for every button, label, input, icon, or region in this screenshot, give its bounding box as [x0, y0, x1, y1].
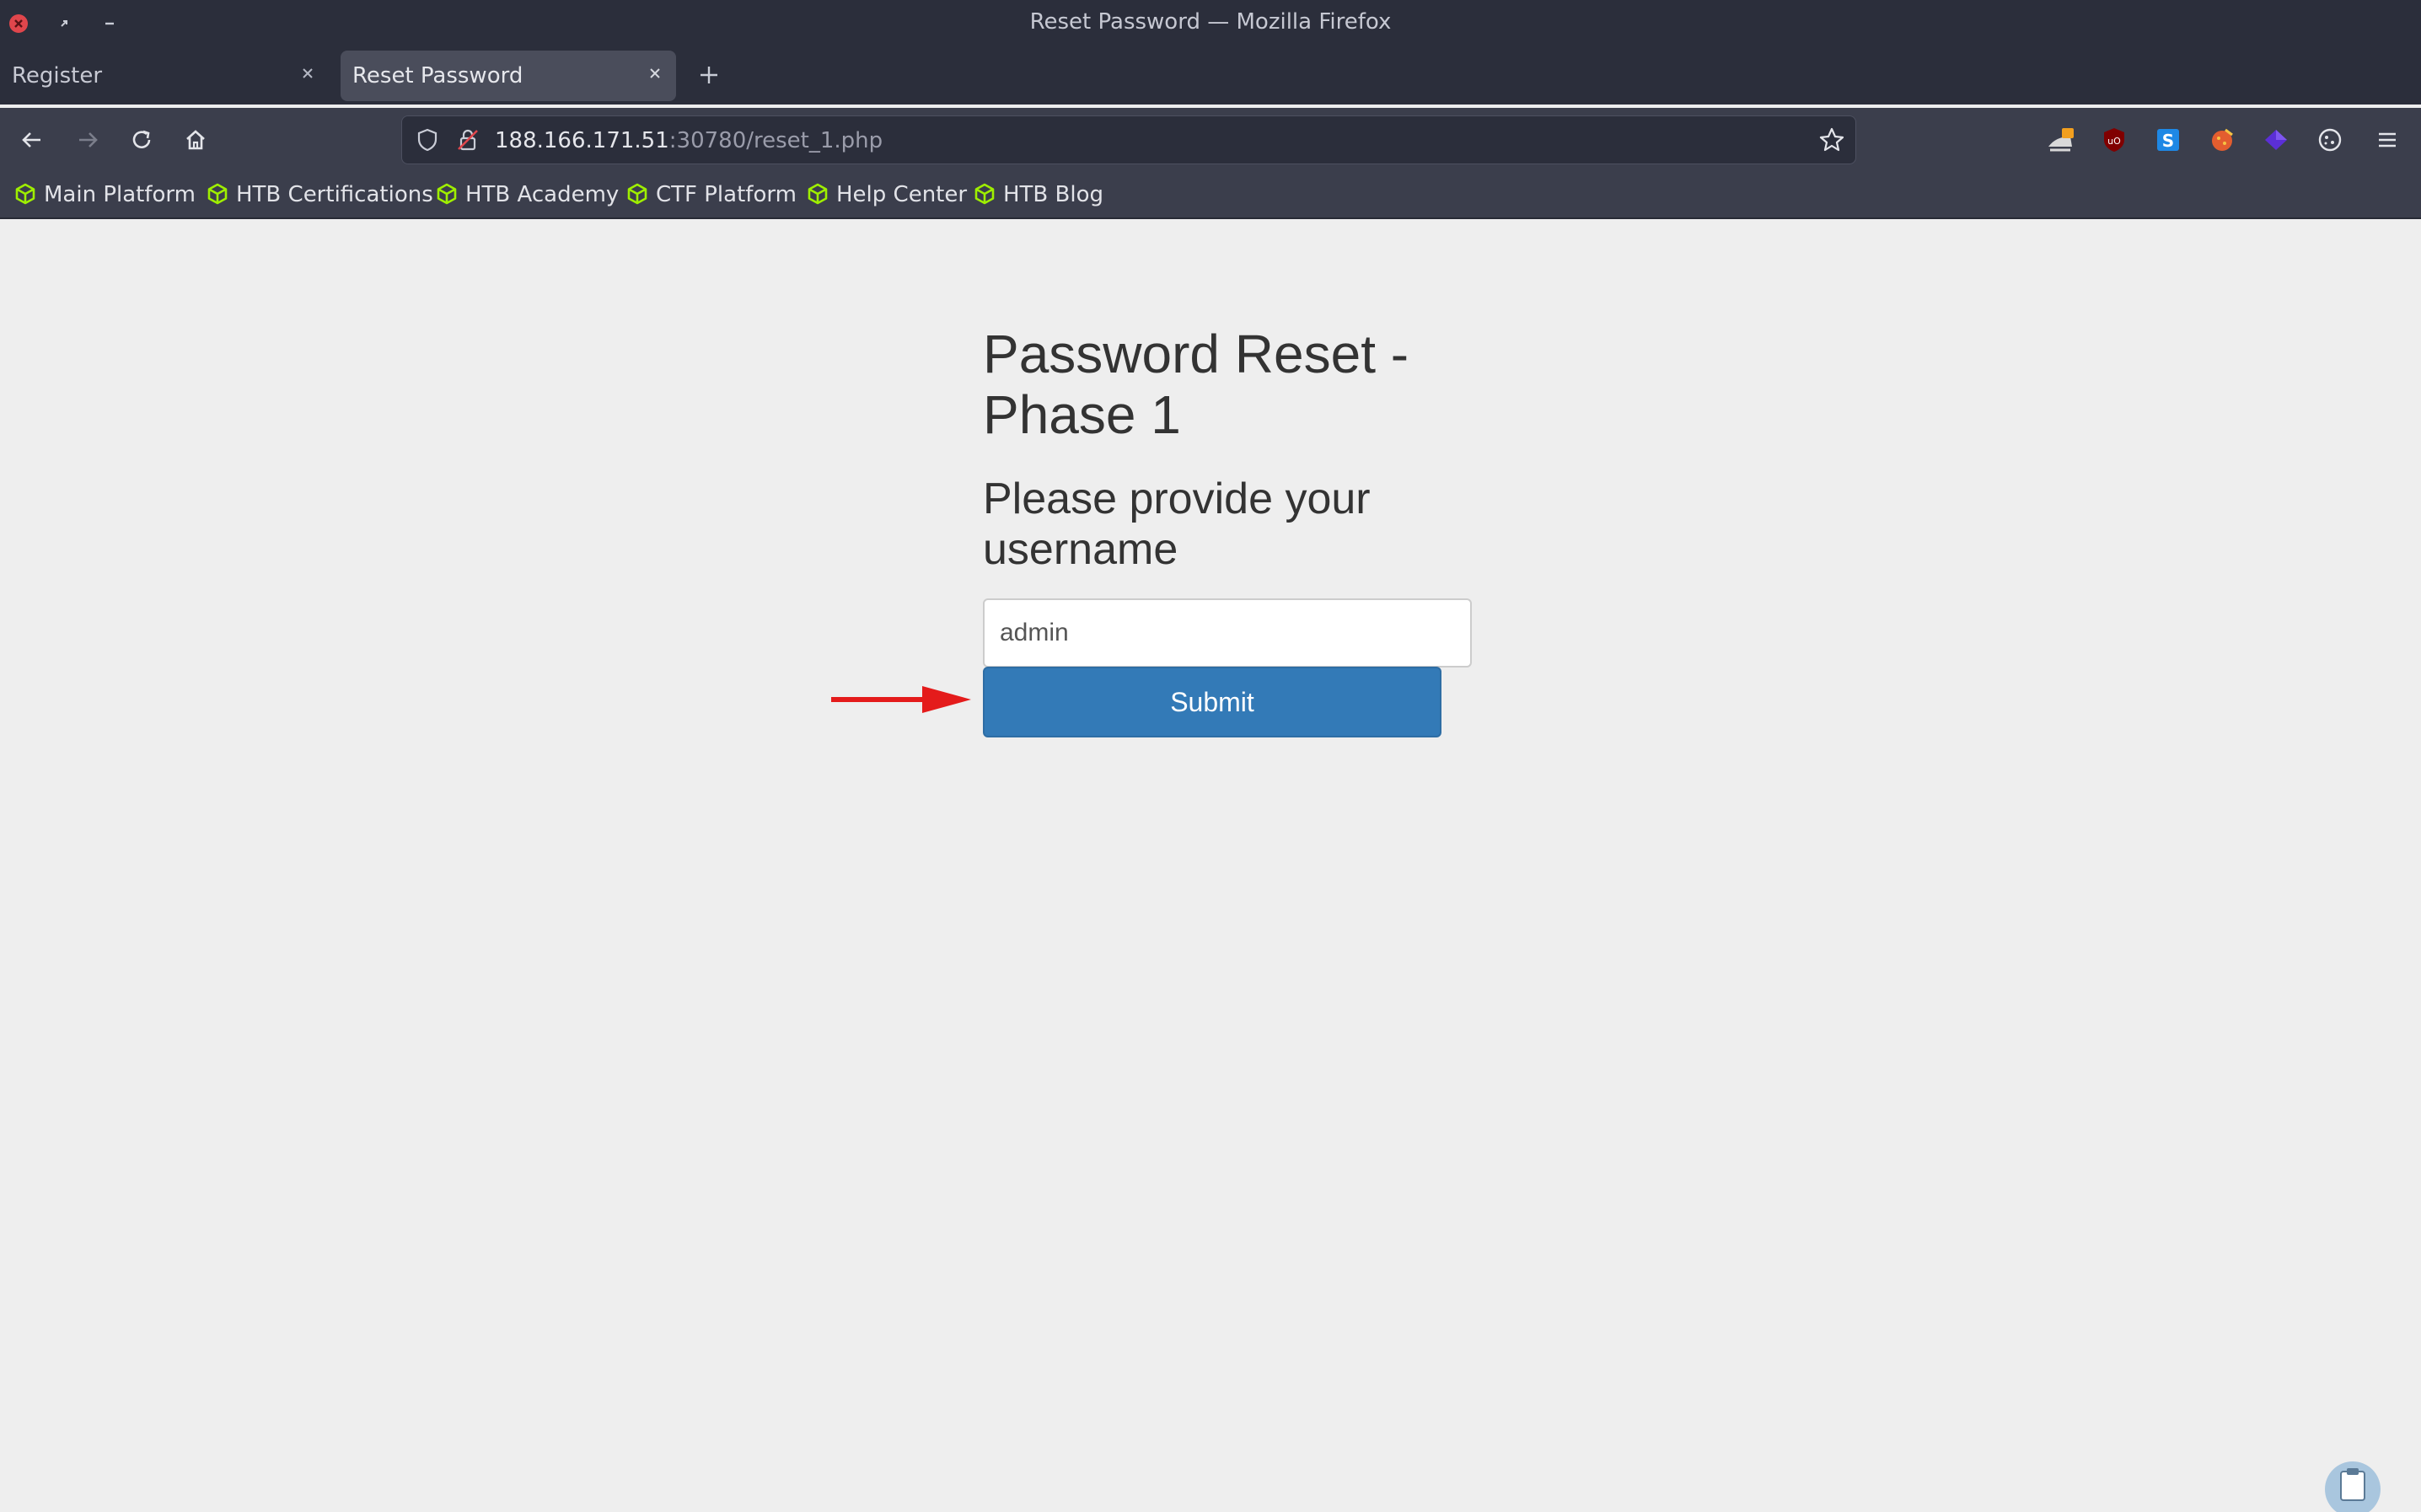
page-title: Password Reset - Phase 1	[983, 324, 1409, 445]
submit-button[interactable]: Submit	[983, 667, 1441, 737]
bookmark-label: HTB Blog	[1003, 182, 1104, 207]
home-icon[interactable]	[179, 123, 212, 157]
back-arrow-icon[interactable]	[15, 123, 49, 157]
svg-text:uO: uO	[2107, 136, 2121, 147]
tracking-shield-icon[interactable]	[414, 126, 441, 153]
htb-cube-icon	[627, 183, 647, 205]
htb-cube-icon	[15, 183, 35, 205]
bookmark-label: CTF Platform	[656, 182, 797, 207]
cookie-extension-icon[interactable]	[2315, 125, 2345, 155]
htb-cube-icon	[437, 183, 457, 205]
tab-register[interactable]: Register	[0, 51, 329, 101]
insecure-lock-icon[interactable]	[454, 126, 481, 153]
reload-icon[interactable]	[125, 123, 158, 157]
clipboard-icon[interactable]	[2323, 1460, 2382, 1512]
tab-close-icon[interactable]	[642, 61, 668, 86]
ublock-origin-extension-icon[interactable]: uO	[2099, 125, 2129, 155]
url-path: :30780/reset_1.php	[668, 128, 883, 153]
address-bar[interactable]: 188.166.171.51:30780/reset_1.php	[401, 115, 1856, 164]
tab-close-icon[interactable]	[295, 61, 320, 86]
htb-cube-icon	[974, 183, 995, 205]
tab-strip: Register Reset Password	[0, 47, 2421, 105]
username-prompt: Please provide your username	[983, 475, 1371, 574]
window-title: Reset Password — Mozilla Firefox	[1029, 9, 1392, 35]
s-extension-icon[interactable]: S	[2153, 125, 2183, 155]
foxyproxy-extension-icon[interactable]	[2045, 125, 2075, 155]
cookie-editor-extension-icon[interactable]	[2207, 125, 2237, 155]
bookmark-label: Main Platform	[44, 182, 196, 207]
tab-reset-password[interactable]: Reset Password	[341, 51, 676, 101]
red-arrow-annotation-icon	[831, 686, 971, 713]
htb-cube-icon	[808, 183, 828, 205]
new-tab-plus-icon[interactable]	[696, 62, 722, 88]
hamburger-menu-icon[interactable]	[2372, 125, 2402, 155]
forward-arrow-icon[interactable]	[71, 123, 105, 157]
url-text: 188.166.171.51:30780/reset_1.php	[495, 128, 883, 153]
svg-text:S: S	[2162, 131, 2174, 151]
wappalyzer-extension-icon[interactable]	[2261, 125, 2291, 155]
navigation-toolbar: 188.166.171.51:30780/reset_1.php uO S	[0, 108, 2421, 172]
bookmark-label: HTB Certifications	[236, 182, 433, 207]
tab-label: Reset Password	[352, 63, 523, 88]
bookmarks-toolbar: Main Platform HTB Certifications HTB Aca…	[0, 172, 2421, 219]
username-input[interactable]	[983, 598, 1472, 668]
bookmark-label: Help Center	[836, 182, 968, 207]
page-content: Password Reset - Phase 1 Please provide …	[0, 219, 2421, 1512]
htb-cube-icon	[207, 183, 228, 205]
bookmark-label: HTB Academy	[465, 182, 620, 207]
url-host: 188.166.171.51	[495, 128, 669, 153]
bookmark-star-icon[interactable]	[1817, 125, 1847, 155]
window-titlebar: Reset Password — Mozilla Firefox	[0, 0, 2421, 47]
tab-label: Register	[12, 63, 103, 88]
